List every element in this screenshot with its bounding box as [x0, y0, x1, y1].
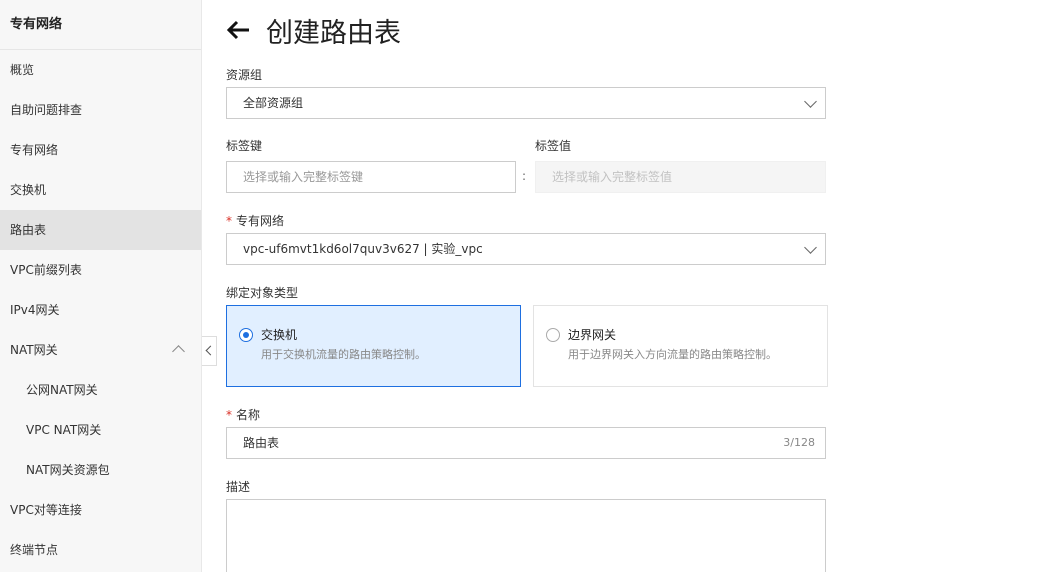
- bind-type-option-border-gateway[interactable]: 边界网关 用于边界网关入方向流量的路由策略控制。: [533, 305, 828, 387]
- sidebar-item-vpc[interactable]: 专有网络: [0, 130, 201, 170]
- page-title: 创建路由表: [266, 17, 401, 49]
- description-textarea[interactable]: [226, 499, 826, 572]
- sidebar-item-vpc-peering[interactable]: VPC对等连接: [0, 490, 201, 530]
- sidebar-item-overview[interactable]: 概览: [0, 50, 201, 90]
- name-label: * 名称: [226, 406, 260, 423]
- vpc-value: vpc-uf6mvt1kd6ol7quv3v627 | 实验_vpc: [243, 242, 483, 256]
- sidebar-item-nat-package[interactable]: NAT网关资源包: [0, 450, 201, 490]
- sidebar-item-nat-gateway-label: NAT网关: [10, 343, 58, 357]
- sidebar-item-endpoint[interactable]: 终端节点: [0, 530, 201, 570]
- tag-key-placeholder: 选择或输入完整标签键: [243, 170, 364, 184]
- sidebar-item-vswitch[interactable]: 交换机: [0, 170, 201, 210]
- tag-separator: :: [522, 169, 527, 183]
- option-title: 边界网关: [568, 328, 617, 342]
- required-mark: *: [226, 408, 232, 422]
- chevron-down-icon: [804, 95, 817, 108]
- sidebar-item-vpc-nat[interactable]: VPC NAT网关: [0, 410, 201, 450]
- tag-value-label: 标签值: [535, 139, 572, 153]
- tag-key-input[interactable]: 选择或输入完整标签键: [226, 161, 516, 193]
- option-description: 用于边界网关入方向流量的路由策略控制。: [568, 348, 777, 361]
- option-title: 交换机: [261, 328, 298, 342]
- tag-value-input[interactable]: 选择或输入完整标签值: [535, 161, 826, 193]
- vpc-label: * 专有网络: [226, 212, 284, 229]
- sidebar: 专有网络 概览 自助问题排查 专有网络 交换机 路由表 VPC前缀列表 IPv4…: [0, 0, 202, 572]
- chevron-up-icon[interactable]: [172, 345, 185, 358]
- radio-unchecked-icon[interactable]: [546, 328, 560, 342]
- tag-value-placeholder: 选择或输入完整标签值: [552, 170, 673, 184]
- description-label: 描述: [226, 480, 251, 494]
- main-content: 创建路由表 资源组 全部资源组 标签键 标签值 选择或输入完整标签键 : 选择或…: [202, 0, 1056, 572]
- tag-key-label: 标签键: [226, 139, 263, 153]
- char-counter: 3/128: [783, 436, 815, 449]
- vpc-select[interactable]: vpc-uf6mvt1kd6ol7quv3v627 | 实验_vpc: [226, 233, 826, 265]
- sidebar-item-public-nat[interactable]: 公网NAT网关: [0, 370, 201, 410]
- sidebar-item-troubleshooting[interactable]: 自助问题排查: [0, 90, 201, 130]
- radio-checked-icon[interactable]: [239, 328, 253, 342]
- sidebar-item-ipv4-gateway[interactable]: IPv4网关: [0, 290, 201, 330]
- resource-group-value: 全部资源组: [243, 96, 304, 110]
- sidebar-item-prefix-list[interactable]: VPC前缀列表: [0, 250, 201, 290]
- page-header: 创建路由表: [226, 10, 401, 50]
- required-mark: *: [226, 214, 232, 228]
- sidebar-item-route-table[interactable]: 路由表: [0, 210, 201, 250]
- chevron-down-icon: [804, 241, 817, 254]
- sidebar-item-nat-gateway[interactable]: NAT网关: [0, 330, 201, 370]
- bind-type-label: 绑定对象类型: [226, 286, 299, 300]
- back-arrow-icon[interactable]: [226, 17, 252, 43]
- resource-group-select[interactable]: 全部资源组: [226, 87, 826, 119]
- name-value: 路由表: [243, 436, 280, 450]
- resource-group-label: 资源组: [226, 68, 263, 82]
- name-input[interactable]: 路由表 3/128: [226, 427, 826, 459]
- option-description: 用于交换机流量的路由策略控制。: [261, 348, 426, 361]
- name-label-text: 名称: [236, 408, 261, 422]
- vpc-label-text: 专有网络: [236, 214, 285, 228]
- bind-type-option-vswitch[interactable]: 交换机 用于交换机流量的路由策略控制。: [226, 305, 521, 387]
- sidebar-title: 专有网络: [0, 0, 201, 50]
